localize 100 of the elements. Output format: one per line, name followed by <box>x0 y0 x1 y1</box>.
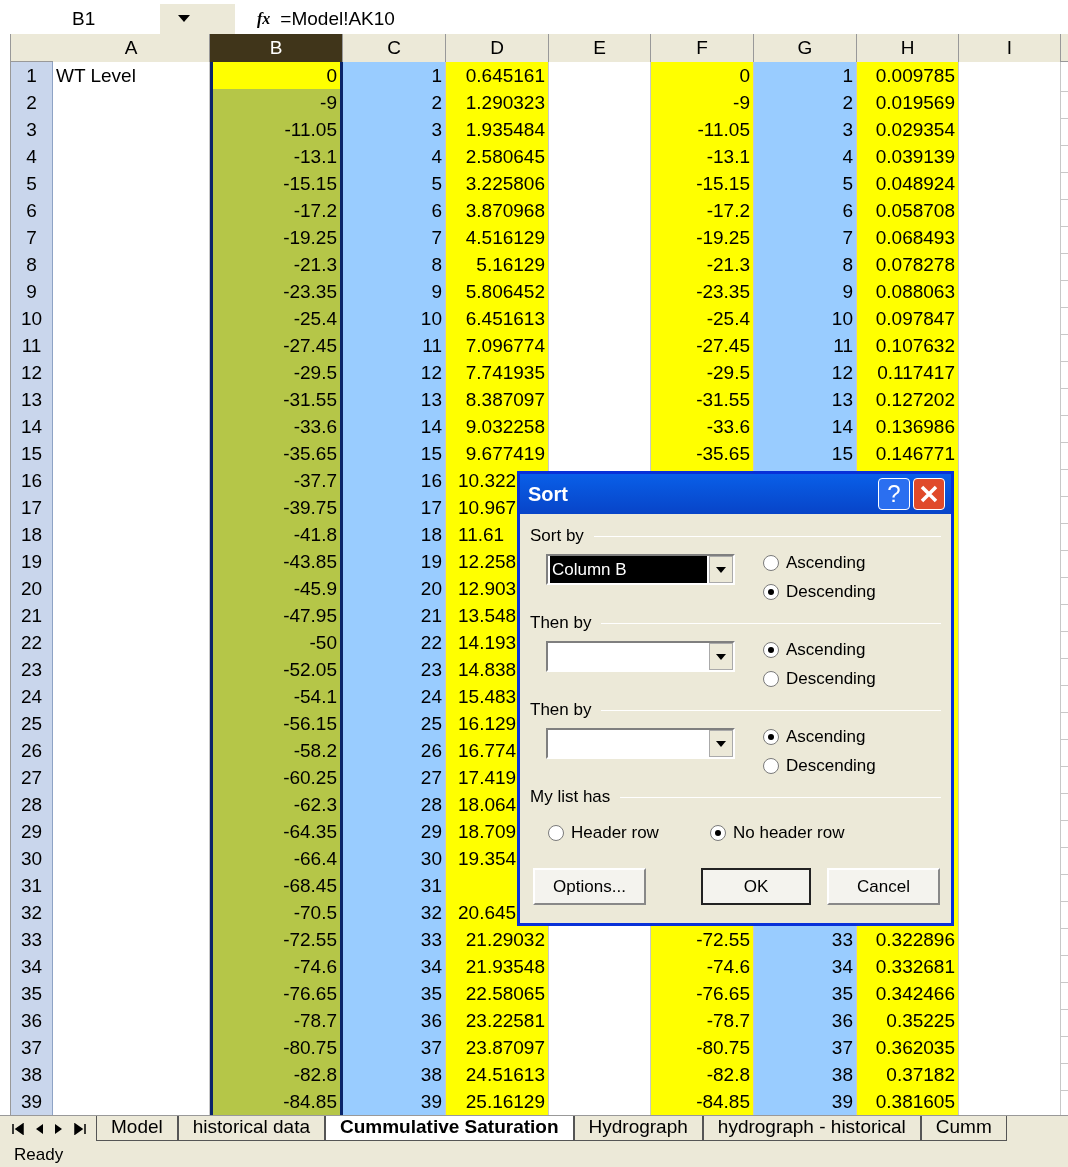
column-header[interactable]: H <box>857 34 959 63</box>
row-header[interactable]: 39 <box>11 1088 53 1115</box>
table-cell: 4 <box>754 143 857 173</box>
column-header[interactable]: C <box>343 34 446 63</box>
radio-option[interactable]: No header row <box>710 818 845 847</box>
dropdown-icon[interactable] <box>178 15 190 23</box>
previous-sheet-icon[interactable] <box>34 1123 44 1135</box>
table-cell: 17 <box>343 494 446 524</box>
sheet-tab[interactable]: hydrograph - historical <box>702 1116 921 1141</box>
row-header[interactable]: 5 <box>11 170 53 200</box>
row-header[interactable]: 36 <box>11 1007 53 1037</box>
row-header[interactable]: 38 <box>11 1061 53 1091</box>
table-cell: 4.516129 <box>446 224 549 254</box>
row-header[interactable]: 31 <box>11 872 53 902</box>
radio-option[interactable]: Ascending <box>763 722 876 751</box>
help-button[interactable]: ? <box>878 478 910 510</box>
sheet-tab[interactable]: Hydrograph <box>573 1116 703 1141</box>
column-header[interactable]: E <box>549 34 651 63</box>
status-text: Ready <box>14 1143 64 1166</box>
row-header[interactable]: 4 <box>11 143 53 173</box>
radio-option[interactable]: Descending <box>763 664 876 693</box>
function-label[interactable]: fx <box>257 4 271 34</box>
dropdown-icon[interactable] <box>716 740 726 747</box>
row-header[interactable]: 33 <box>11 926 53 956</box>
row-header[interactable]: 30 <box>11 845 53 875</box>
row-header[interactable]: 25 <box>11 710 53 740</box>
column-header[interactable]: G <box>754 34 857 63</box>
column-header[interactable]: D <box>446 34 549 63</box>
first-sheet-icon[interactable] <box>12 1123 24 1135</box>
row-header[interactable]: 15 <box>11 440 53 470</box>
table-cell: -72.55 <box>210 926 343 956</box>
radio-option[interactable]: Descending <box>763 577 876 606</box>
table-cell: 25.16129 <box>446 1088 549 1115</box>
close-button[interactable] <box>913 478 945 510</box>
row-header[interactable]: 7 <box>11 224 53 254</box>
row-header[interactable]: 3 <box>11 116 53 146</box>
row-header[interactable]: 23 <box>11 656 53 686</box>
radio-option[interactable]: Ascending <box>763 548 876 577</box>
sheet-tab[interactable]: Cummulative Saturation <box>325 1116 574 1141</box>
row-header[interactable]: 10 <box>11 305 53 335</box>
dropdown-icon[interactable] <box>716 566 726 573</box>
next-sheet-icon[interactable] <box>54 1123 64 1135</box>
row-header[interactable]: 17 <box>11 494 53 524</box>
row-header[interactable]: 34 <box>11 953 53 983</box>
row-header[interactable]: 29 <box>11 818 53 848</box>
row-header[interactable]: 21 <box>11 602 53 632</box>
radio-option[interactable]: Ascending <box>763 635 876 664</box>
row-header[interactable]: 18 <box>11 521 53 551</box>
sheet-tab[interactable]: historical data <box>177 1116 325 1141</box>
column-header[interactable]: B <box>210 34 343 63</box>
table-cell: 0.332681 <box>857 953 959 983</box>
table-cell: -76.65 <box>210 980 343 1010</box>
row-header[interactable]: 8 <box>11 251 53 281</box>
row-header[interactable]: 27 <box>11 764 53 794</box>
row-header[interactable]: 9 <box>11 278 53 308</box>
table-cell: 21.93548 <box>446 953 549 983</box>
row-header[interactable]: 6 <box>11 197 53 227</box>
radio-option[interactable]: Descending <box>763 751 876 780</box>
table-cell: 0.029354 <box>857 116 959 146</box>
last-sheet-icon[interactable] <box>74 1123 86 1135</box>
table-cell: 37 <box>343 1034 446 1064</box>
row-header[interactable]: 24 <box>11 683 53 713</box>
table-cell: 5.16129 <box>446 251 549 281</box>
row-header[interactable]: 12 <box>11 359 53 389</box>
row-header[interactable]: 2 <box>11 89 53 119</box>
row-header[interactable]: 16 <box>11 467 53 497</box>
column-header[interactable]: A <box>53 34 210 63</box>
row-header[interactable]: 32 <box>11 899 53 929</box>
table-cell: -84.85 <box>210 1088 343 1115</box>
row-header[interactable]: 28 <box>11 791 53 821</box>
row-header[interactable]: 22 <box>11 629 53 659</box>
row-header[interactable]: 19 <box>11 548 53 578</box>
column-header[interactable]: F <box>651 34 754 63</box>
dropdown-field[interactable] <box>546 641 735 672</box>
radio-option[interactable]: Header row <box>548 818 710 847</box>
sheet-tab[interactable]: Cumm <box>920 1116 1007 1141</box>
dialog-button[interactable]: Cancel <box>827 868 940 905</box>
table-cell: -13.1 <box>210 143 343 173</box>
row-header[interactable]: 14 <box>11 413 53 443</box>
row-header[interactable]: 37 <box>11 1034 53 1064</box>
table-cell: -82.8 <box>651 1061 754 1091</box>
dialog-button[interactable]: Options... <box>533 868 646 905</box>
table-cell: -80.75 <box>210 1034 343 1064</box>
row-header[interactable]: 26 <box>11 737 53 767</box>
row-header[interactable]: 20 <box>11 575 53 605</box>
row-header[interactable]: 13 <box>11 386 53 416</box>
sheet-tab[interactable]: Model <box>96 1116 178 1141</box>
dropdown-field[interactable]: Column B <box>546 554 735 585</box>
dialog-button[interactable]: OK <box>701 868 811 905</box>
table-cell: -25.4 <box>651 305 754 335</box>
table-cell: 35 <box>343 980 446 1010</box>
dropdown-icon[interactable] <box>716 653 726 660</box>
table-cell: 8.387097 <box>446 386 549 416</box>
table-cell: 22.58065 <box>446 980 549 1010</box>
row-header[interactable]: 11 <box>11 332 53 362</box>
row-header[interactable]: 35 <box>11 980 53 1010</box>
dropdown-field[interactable] <box>546 728 735 759</box>
table-cell: -72.55 <box>651 926 754 956</box>
column-header[interactable]: I <box>959 34 1061 63</box>
row-header[interactable]: 1 <box>11 62 53 92</box>
